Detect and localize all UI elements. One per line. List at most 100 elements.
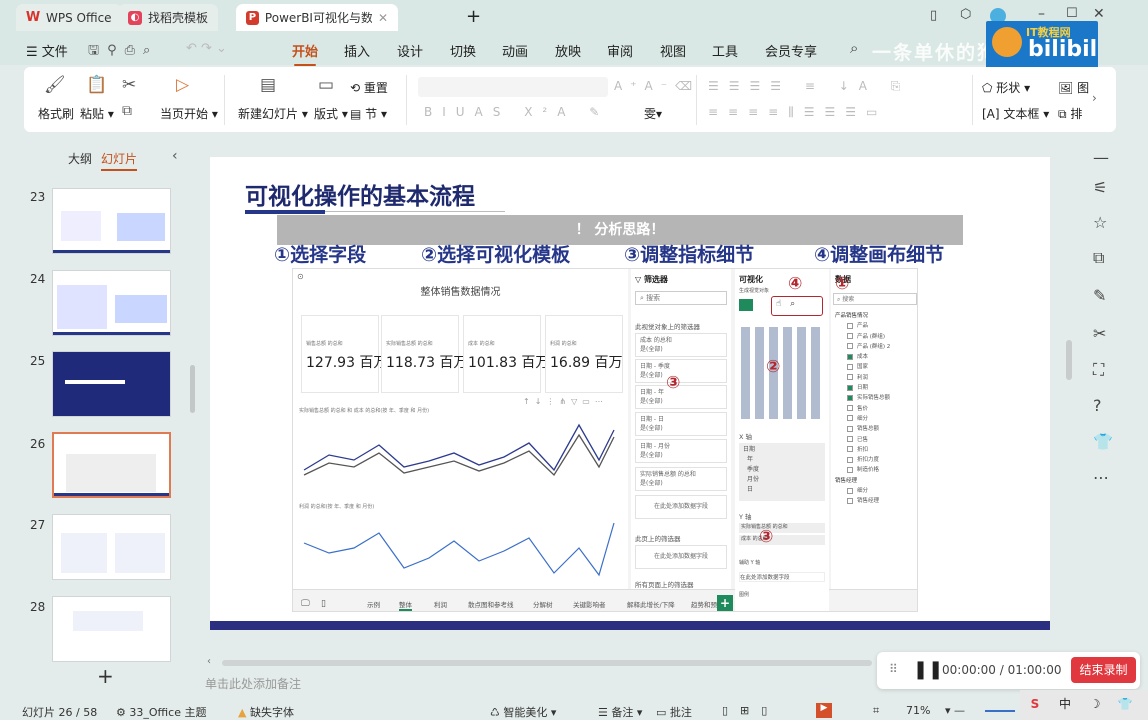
desktop-view-icon[interactable]: 🖵	[301, 599, 310, 609]
slide-title[interactable]: 可视化操作的基本流程	[245, 177, 475, 211]
maximize-button[interactable]: ☐	[1066, 6, 1078, 21]
add-page-button[interactable]: +	[717, 595, 733, 611]
tools-icon[interactable]: ✂	[1093, 324, 1106, 343]
sogou-icon[interactable]: S	[1020, 690, 1050, 720]
field-checkbox[interactable]	[847, 394, 853, 401]
menu-design[interactable]: 设计	[397, 41, 423, 60]
filter-card[interactable]: 日期 - 月份 是(全部)	[635, 439, 727, 463]
minus-icon[interactable]: —	[1093, 148, 1109, 167]
file-menu[interactable]: ☰ 文件	[26, 41, 68, 60]
add-page-filter-field[interactable]: 在此处添加数据字段	[635, 545, 727, 569]
textbox-button[interactable]: [A] 文本框 ▾	[982, 105, 1049, 122]
close-tab-icon[interactable]: ✕	[378, 11, 388, 25]
data-field[interactable]: 细分	[835, 414, 917, 424]
menu-animation[interactable]: 动画	[502, 41, 528, 60]
field-chip[interactable]: 日期	[743, 445, 821, 455]
format-painter-button[interactable]: 格式刷	[38, 105, 74, 122]
data-field[interactable]: 利润	[835, 373, 917, 383]
close-window-button[interactable]: ✕	[1093, 6, 1105, 22]
picture-button[interactable]: 🖼 图	[1058, 79, 1089, 96]
add-filter-field[interactable]: 在此处添加数据字段	[635, 495, 727, 519]
field-checkbox[interactable]	[847, 363, 853, 370]
data-field[interactable]: 国家	[835, 362, 917, 372]
notes-input[interactable]: 单击此处添加备注	[205, 675, 301, 692]
menu-transition[interactable]: 切换	[450, 41, 476, 60]
page-tab[interactable]: 分解树	[533, 599, 553, 609]
quick-access-icons[interactable]: 🖫⚲⎙⌕	[88, 41, 158, 63]
stop-recording-button[interactable]: 结束录制	[1071, 657, 1136, 683]
field-checkbox[interactable]	[847, 405, 853, 412]
zoom-slider[interactable]	[985, 710, 1015, 712]
notes-button[interactable]: ☰ 备注 ▾	[598, 704, 642, 720]
data-field[interactable]: 折扣力度	[835, 455, 917, 465]
field-checkbox[interactable]	[847, 333, 853, 340]
mobile-view-icon[interactable]: ▯	[321, 599, 326, 609]
slide-thumb-25[interactable]	[52, 351, 171, 417]
field-checkbox[interactable]	[847, 446, 853, 453]
field-chip[interactable]: 年	[743, 455, 821, 465]
collapse-panel-icon[interactable]: ‹	[172, 148, 178, 164]
data-field[interactable]: 实际销售总额	[835, 393, 917, 403]
field-chip[interactable]: 成本 的总和	[739, 535, 825, 545]
moon-icon[interactable]: ☽	[1080, 690, 1110, 720]
field-checkbox[interactable]	[847, 374, 853, 381]
page-tab[interactable]: 利润	[434, 599, 447, 609]
align-buttons[interactable]: ≡≡≡≡⫼☰☰☰▭	[708, 105, 887, 120]
font-size-buttons[interactable]: A⁺A⁻⌫	[614, 79, 700, 93]
page-tab[interactable]: 趋势和预	[691, 599, 717, 609]
page-tab[interactable]: 关键影响者	[573, 599, 606, 609]
slide-thumb-28[interactable]	[52, 596, 171, 662]
copy-icon[interactable]: ⧉	[122, 103, 132, 119]
field-checkbox[interactable]	[847, 384, 853, 391]
filter-search-input[interactable]: ⌕ 搜索	[635, 291, 727, 305]
field-chip[interactable]: 日	[743, 485, 821, 495]
brush-icon[interactable]: ✎	[1093, 286, 1106, 305]
format-analytics-icons[interactable]: ☝ ⌕	[771, 296, 823, 316]
fit-window-icon[interactable]: ⌗	[873, 704, 879, 718]
field-chip[interactable]: 季度	[743, 465, 821, 475]
field-checkbox[interactable]	[847, 436, 853, 443]
menu-slideshow[interactable]: 放映	[555, 41, 581, 60]
theme-button[interactable]: ⚙ 33_Office 主题	[116, 704, 206, 720]
new-slide-button[interactable]: 新建幻灯片 ▾	[238, 105, 308, 122]
comments-button[interactable]: ▭ 批注	[656, 704, 692, 720]
smart-beautify-button[interactable]: ♺ 智能美化 ▾	[490, 704, 556, 720]
add-slide-button[interactable]: +	[97, 664, 114, 688]
skin-icon[interactable]: 👕	[1110, 690, 1140, 720]
field-checkbox[interactable]	[847, 456, 853, 463]
page-tab[interactable]: 解释此增长/下降	[627, 599, 675, 609]
menu-tools[interactable]: 工具	[712, 41, 738, 60]
data-field[interactable]: 产品 (群组) 2	[835, 342, 917, 352]
tab-wps-office[interactable]: W WPS Office	[16, 4, 122, 31]
menu-insert[interactable]: 插入	[344, 41, 370, 60]
filter-card[interactable]: 实际销售总额 的总和 是(全部)	[635, 467, 727, 491]
vertical-scrollbar[interactable]	[1066, 340, 1072, 380]
new-tab-button[interactable]: +	[466, 6, 481, 27]
menu-membership[interactable]: 会员专享	[765, 41, 817, 60]
help-icon[interactable]: ?	[1093, 396, 1102, 415]
page-tab-active[interactable]: 整体	[399, 599, 412, 611]
data-field[interactable]: 成本	[835, 352, 917, 362]
data-field[interactable]: 产品 (群组)	[835, 332, 917, 342]
data-field[interactable]: 已售	[835, 435, 917, 445]
step-3-heading[interactable]: ③调整指标细节	[624, 240, 754, 267]
page-tab[interactable]: 示例	[367, 599, 380, 609]
cut-icon[interactable]: ✂	[122, 75, 136, 95]
font-name-select[interactable]	[418, 77, 608, 97]
reset-button[interactable]: ⟲ 重置	[350, 79, 388, 96]
powerbi-screenshot[interactable]: ⊙ 整体销售数据情况 销售总额 的总和 127.93 百万 实际销售总额 的总和 1…	[292, 268, 918, 612]
layout-icon[interactable]: ▯	[930, 8, 937, 23]
filter-card[interactable]: 日期 - 年是(全部)	[635, 385, 727, 409]
field-checkbox[interactable]	[847, 487, 853, 494]
arrange-button[interactable]: ⧉ 排	[1058, 105, 1082, 122]
horizontal-scrollbar[interactable]	[222, 660, 872, 666]
slide-thumb-23[interactable]	[52, 188, 171, 254]
play-slideshow-button[interactable]: ▶	[816, 703, 832, 718]
missing-font-button[interactable]: ▲ 缺失字体	[238, 704, 294, 720]
page-tab[interactable]: 散点图和参考线	[468, 599, 514, 609]
tab-docer[interactable]: ◐ 找稻壳模板	[118, 4, 219, 31]
slide-thumb-26[interactable]	[52, 432, 171, 498]
field-chip[interactable]: 月份	[743, 475, 821, 485]
shape-button[interactable]: ⬠ 形状 ▾	[982, 79, 1030, 96]
undo-redo-icons[interactable]: ↶ ↷ ⌄	[186, 41, 227, 56]
